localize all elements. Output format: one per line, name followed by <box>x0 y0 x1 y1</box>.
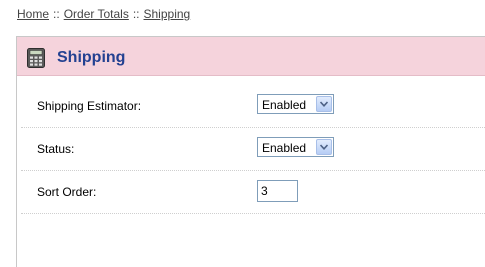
status-row: Status: Enabled <box>21 128 485 171</box>
panel-heading: Shipping <box>17 37 485 76</box>
breadcrumb-order-totals-link[interactable]: Order Totals <box>64 7 129 21</box>
status-value: Enabled <box>262 141 307 155</box>
chevron-down-icon <box>320 144 328 150</box>
status-select[interactable]: Enabled <box>257 137 334 157</box>
status-label: Status: <box>37 142 75 156</box>
breadcrumb-separator: :: <box>53 7 60 21</box>
breadcrumb-separator: :: <box>132 7 140 21</box>
breadcrumb-home-link[interactable]: Home <box>17 7 49 21</box>
page-title: Shipping <box>57 49 126 66</box>
shipping-panel: Shipping Shipping Estimator: Enabled Sta… <box>16 36 485 267</box>
shipping-estimator-select[interactable]: Enabled <box>257 94 334 114</box>
dropdown-button[interactable] <box>316 139 332 155</box>
chevron-down-icon <box>320 101 328 107</box>
shipping-estimator-row: Shipping Estimator: Enabled <box>21 85 485 128</box>
sort-order-row: Sort Order: <box>21 171 485 214</box>
sort-order-input[interactable] <box>257 180 298 202</box>
breadcrumb: Home:: Order Totals:: Shipping <box>17 7 190 21</box>
shipping-estimator-value: Enabled <box>262 98 307 112</box>
breadcrumb-shipping-link[interactable]: Shipping <box>144 7 191 21</box>
sort-order-label: Sort Order: <box>37 185 97 199</box>
calculator-icon <box>27 48 45 68</box>
shipping-estimator-label: Shipping Estimator: <box>37 99 142 113</box>
dropdown-button[interactable] <box>316 96 332 112</box>
